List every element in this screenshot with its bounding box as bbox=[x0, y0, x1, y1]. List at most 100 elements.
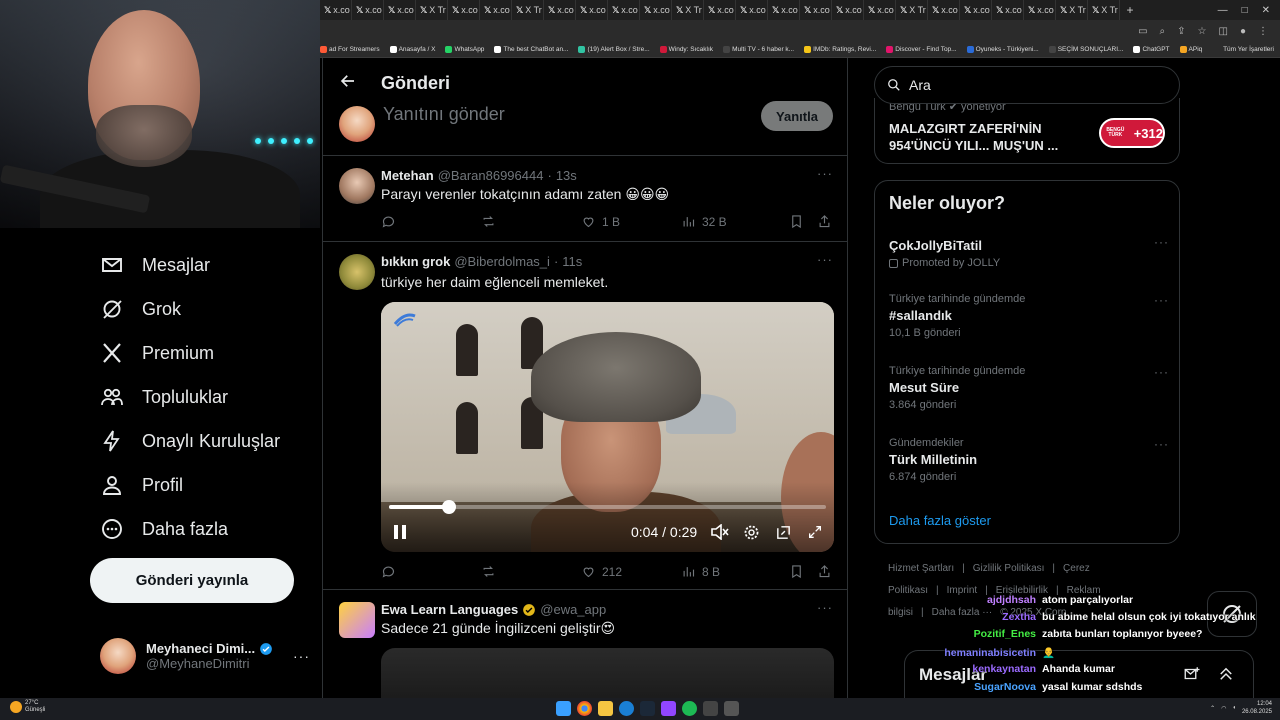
mute-icon[interactable] bbox=[711, 523, 729, 545]
bookmark-icon[interactable] bbox=[789, 564, 817, 579]
retweet-icon[interactable] bbox=[481, 564, 581, 579]
browser-tab[interactable]: 𝕏x.co bbox=[960, 0, 992, 20]
maximize-icon[interactable]: □ bbox=[1242, 5, 1248, 16]
tweet-more-icon[interactable]: ··· bbox=[817, 166, 833, 181]
like-button[interactable]: 1 B bbox=[581, 214, 681, 229]
pause-icon[interactable] bbox=[393, 524, 407, 545]
browser-tab[interactable]: 𝕏x.co bbox=[736, 0, 768, 20]
browser-tab[interactable]: 𝕏X Tr bbox=[1088, 0, 1120, 20]
zoom-icon[interactable]: ⌕ bbox=[1160, 26, 1166, 37]
sidebar-item-premium[interactable]: Premium bbox=[100, 339, 214, 367]
clock[interactable]: 12:04 26.08.2025 bbox=[1242, 700, 1272, 716]
browser-tab[interactable]: 𝕏x.co bbox=[1024, 0, 1056, 20]
trend-item[interactable]: ÇokJollyBiTatil Promoted by JOLLY ··· bbox=[889, 235, 1169, 269]
sidebar-item-topluluklar[interactable]: Topluluklar bbox=[100, 383, 228, 411]
browser-tab[interactable]: 𝕏x.co bbox=[320, 0, 352, 20]
bookmark-item[interactable]: (19) Alert Box / Stre... bbox=[578, 46, 650, 53]
sidebar-item-mesajlar[interactable]: Mesajlar bbox=[100, 251, 210, 279]
reply-button[interactable]: Yanıtla bbox=[761, 101, 833, 131]
browser-tab[interactable]: 𝕏x.co bbox=[800, 0, 832, 20]
tweet-author-name[interactable]: bıkkın grok bbox=[381, 254, 450, 269]
start-icon[interactable] bbox=[556, 701, 571, 716]
share-icon[interactable] bbox=[817, 564, 832, 579]
tweet-author-name[interactable]: Ewa Learn Languages bbox=[381, 602, 518, 617]
tweet-author-handle[interactable]: @Baran86996444 bbox=[438, 168, 544, 183]
app-icon[interactable] bbox=[703, 701, 718, 716]
like-button[interactable]: 212 bbox=[581, 564, 681, 579]
browser-tab[interactable]: 𝕏x.co bbox=[768, 0, 800, 20]
chrome-icon[interactable] bbox=[577, 701, 592, 716]
live-event-card[interactable]: Bengü Türk ✔ yönetiyor MALAZGIRT ZAFERİ'… bbox=[874, 98, 1180, 164]
browser-tab[interactable]: 𝕏X Tr bbox=[512, 0, 544, 20]
all-bookmarks-folder[interactable]: Tüm Yer İşaretleri bbox=[1223, 46, 1280, 53]
trend-more-icon[interactable]: ··· bbox=[1154, 235, 1169, 249]
trend-item[interactable]: Türkiye tarihinde gündemde #sallandık 10… bbox=[889, 293, 1169, 339]
browser-tab[interactable]: 𝕏X Tr bbox=[896, 0, 928, 20]
tweet-author-name[interactable]: Metehan bbox=[381, 168, 434, 183]
browser-tab[interactable]: 𝕏x.co bbox=[480, 0, 512, 20]
sidebar-item-grok[interactable]: Grok bbox=[100, 295, 181, 323]
volume-icon[interactable]: ◖ bbox=[1232, 705, 1236, 711]
account-switcher[interactable]: Meyhaneci Dimi... @MeyhaneDimitri ··· bbox=[100, 633, 310, 679]
share-icon[interactable]: ⇪ bbox=[1177, 26, 1185, 37]
tweet[interactable]: bıkkın grok @Biberdolmas_i · 11s ··· tür… bbox=[323, 242, 847, 590]
show-more-link[interactable]: Daha fazla göster bbox=[889, 513, 991, 528]
bookmark-icon[interactable] bbox=[789, 214, 817, 229]
browser-tab[interactable]: 𝕏X Tr bbox=[672, 0, 704, 20]
tweet-more-icon[interactable]: ··· bbox=[817, 600, 833, 615]
network-icon[interactable]: ◠ bbox=[1221, 705, 1226, 712]
browser-tab[interactable]: 𝕏x.co bbox=[608, 0, 640, 20]
bookmark-item[interactable]: ChatGPT bbox=[1133, 46, 1170, 53]
share-icon[interactable] bbox=[817, 214, 832, 229]
bookmark-item[interactable]: Anasayfa / X bbox=[389, 46, 435, 53]
tweet[interactable]: Metehan @Baran86996444 · 13s ··· Parayı … bbox=[323, 156, 847, 242]
browser-tab[interactable]: 𝕏x.co bbox=[352, 0, 384, 20]
browser-tab[interactable]: 𝕏X Tr bbox=[1056, 0, 1088, 20]
video-player[interactable]: 0:04 / 0:29 bbox=[381, 302, 834, 552]
bookmark-item[interactable]: IMDb: Ratings, Revi... bbox=[804, 46, 876, 53]
tweet-media-image[interactable] bbox=[381, 648, 834, 698]
spotify-icon[interactable] bbox=[682, 701, 697, 716]
video-progress-bar[interactable] bbox=[389, 500, 826, 514]
new-tab-button[interactable]: + bbox=[1120, 3, 1140, 17]
browser-tab[interactable]: 𝕏x.co bbox=[448, 0, 480, 20]
browser-tab[interactable]: 𝕏x.co bbox=[832, 0, 864, 20]
live-badge[interactable]: BENGÜ TÜRK +312 bbox=[1099, 118, 1165, 148]
browser-tab[interactable]: 𝕏x.co bbox=[576, 0, 608, 20]
twitch-icon[interactable] bbox=[661, 701, 676, 716]
browser-tab[interactable]: 𝕏x.co bbox=[864, 0, 896, 20]
tweet-author-handle[interactable]: @ewa_app bbox=[540, 602, 606, 617]
edge-icon[interactable] bbox=[619, 701, 634, 716]
back-arrow-icon[interactable] bbox=[339, 72, 357, 95]
browser-tab[interactable]: 𝕏x.co bbox=[640, 0, 672, 20]
file-explorer-icon[interactable] bbox=[598, 701, 613, 716]
footer-link[interactable]: Hizmet Şartları bbox=[888, 563, 954, 574]
bookmark-item[interactable]: ad For Streamers bbox=[320, 46, 380, 53]
close-icon[interactable]: ✕ bbox=[1262, 5, 1270, 16]
menu-icon[interactable]: ⋮ bbox=[1258, 26, 1268, 37]
bookmark-item[interactable]: Oyuneks - Türkiyeni... bbox=[966, 46, 1039, 53]
trend-item[interactable]: Türkiye tarihinde gündemde Mesut Süre 3.… bbox=[889, 365, 1169, 411]
bookmark-item[interactable]: APiq bbox=[1179, 46, 1202, 53]
sidebar-item-onaylı-kuruluşlar[interactable]: Onaylı Kuruluşlar bbox=[100, 427, 280, 455]
tweet-more-icon[interactable]: ··· bbox=[817, 252, 833, 267]
browser-tab[interactable]: 𝕏X Tr bbox=[416, 0, 448, 20]
picture-in-picture-icon[interactable] bbox=[775, 524, 792, 546]
trend-more-icon[interactable]: ··· bbox=[1154, 437, 1169, 451]
tweet-author-handle[interactable]: @Biberdolmas_i bbox=[454, 254, 550, 269]
tweet[interactable]: Ewa Learn Languages @ewa_app ··· Sadece … bbox=[323, 590, 847, 698]
bookmark-item[interactable]: Windy: Sıcaklık bbox=[659, 46, 713, 53]
profile-icon[interactable]: ● bbox=[1240, 26, 1246, 37]
search-input[interactable]: Ara bbox=[874, 66, 1180, 104]
fullscreen-icon[interactable] bbox=[807, 524, 823, 545]
views-button[interactable]: 32 B bbox=[681, 214, 789, 229]
more-options-icon[interactable]: ··· bbox=[293, 648, 310, 664]
bookmark-item[interactable]: Multi TV - 6 haber k... bbox=[723, 46, 794, 53]
bookmark-star-icon[interactable]: ☆ bbox=[1198, 26, 1207, 37]
bookmark-item[interactable]: SEÇİM SONUÇLARI... bbox=[1048, 46, 1123, 53]
browser-tab[interactable]: 𝕏x.co bbox=[704, 0, 736, 20]
trend-more-icon[interactable]: ··· bbox=[1154, 293, 1169, 307]
reply-icon[interactable] bbox=[381, 564, 481, 579]
tray-chevron-icon[interactable]: ⌃ bbox=[1210, 705, 1215, 712]
bookmark-item[interactable]: Discover - Find Top... bbox=[886, 46, 957, 53]
